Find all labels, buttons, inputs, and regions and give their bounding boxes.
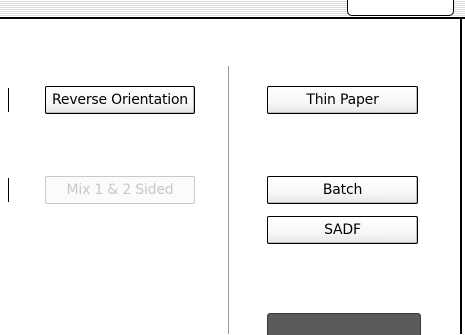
ok-button[interactable] (347, 0, 454, 16)
mix-1-2-sided-button: Mix 1 & 2 Sided (45, 176, 195, 204)
batch-button[interactable]: Batch (267, 176, 418, 204)
left-edge-marker (8, 88, 9, 112)
top-rule (0, 17, 465, 19)
thin-paper-button[interactable]: Thin Paper (267, 86, 418, 114)
reverse-orientation-button[interactable]: Reverse Orientation (45, 86, 195, 114)
sadf-button[interactable]: SADF (267, 216, 418, 244)
bottom-button[interactable] (267, 313, 421, 335)
column-divider (228, 66, 229, 334)
right-edge (460, 17, 462, 334)
left-edge-marker (8, 178, 9, 202)
